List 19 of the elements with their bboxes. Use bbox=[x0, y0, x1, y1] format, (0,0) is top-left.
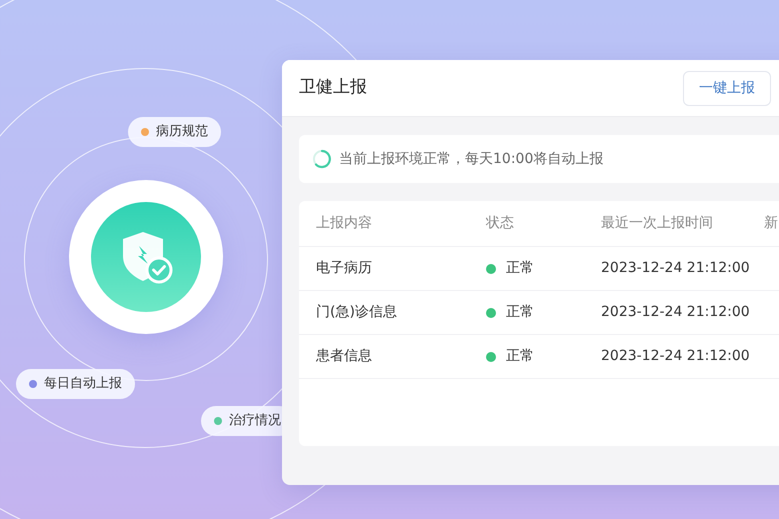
column-header: 上报内容 bbox=[316, 214, 373, 233]
content-cell-text: 电子病历 bbox=[316, 259, 373, 278]
time-cell-text: 2023-12-24 21:12:00 bbox=[601, 303, 751, 322]
loading-icon bbox=[312, 149, 332, 169]
panel-title: 卫健上报 bbox=[299, 76, 367, 100]
topic-tag: 每日自动上报 bbox=[16, 369, 135, 399]
column-header: 最近一次上报时间 bbox=[601, 214, 714, 233]
topic-tag: 病历规范 bbox=[128, 117, 221, 147]
column-header: 状态 bbox=[486, 214, 515, 233]
content-cell-text: 门(急)诊信息 bbox=[316, 303, 398, 322]
status-text: 正常 bbox=[506, 347, 534, 366]
time-cell-text: 2023-12-24 21:12:00 bbox=[601, 347, 751, 366]
status-text: 正常 bbox=[506, 303, 534, 322]
report-button[interactable]: 一键上报 bbox=[683, 70, 771, 106]
time-cell-text: 2023-12-24 21:12:00 bbox=[601, 259, 751, 278]
notice-text: 当前上报环境正常，每天10:00将自动上报 bbox=[339, 150, 604, 168]
status-text: 正常 bbox=[506, 259, 534, 278]
content-cell-text: 患者信息 bbox=[316, 347, 373, 366]
column-header: 新 bbox=[764, 214, 779, 233]
